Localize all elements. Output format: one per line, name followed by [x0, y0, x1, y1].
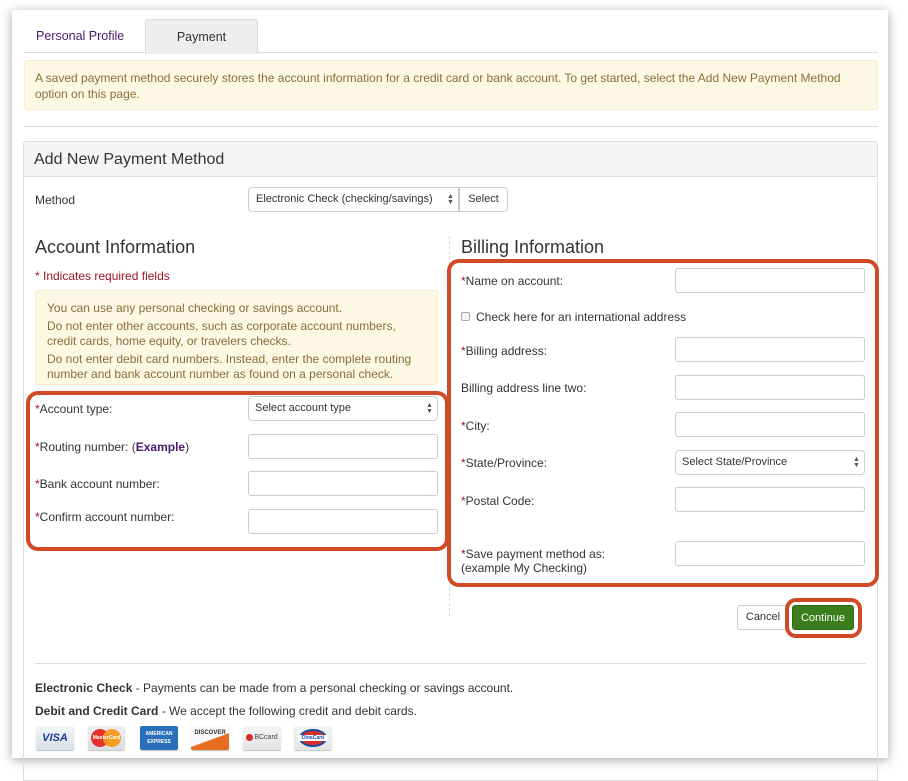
- international-address-checkbox[interactable]: [461, 312, 470, 321]
- select-arrows-icon: ▲ ▼: [426, 402, 433, 415]
- card-label: MasterCard: [92, 735, 121, 741]
- card-text: - We accept the following credit and deb…: [158, 704, 417, 718]
- name-on-account-input[interactable]: [675, 268, 865, 293]
- visa-card-icon: VISA: [36, 726, 74, 750]
- routing-number-input[interactable]: [248, 434, 438, 459]
- info-line: Do not enter debit card numbers. Instead…: [47, 352, 412, 381]
- confirm-account-input[interactable]: [248, 509, 438, 534]
- card-label: DISCOVER: [194, 730, 226, 736]
- label-text: Routing number: (: [39, 440, 136, 454]
- card-note: Debit and Credit Card - We accept the fo…: [35, 704, 417, 718]
- account-type-select[interactable]: Select account type ▲ ▼: [248, 396, 438, 421]
- tab-payment-profile[interactable]: Payment Profile: [145, 19, 258, 78]
- info-line: You can use any personal checking or sav…: [47, 301, 343, 315]
- postal-code-input[interactable]: [675, 487, 865, 512]
- label-text: Bank account number:: [39, 477, 160, 491]
- method-select[interactable]: Electronic Check (checking/savings) ▲ ▼: [248, 187, 459, 212]
- info-alert: A saved payment method securely stores t…: [24, 60, 878, 110]
- method-label: Method: [35, 193, 76, 207]
- card-label: AMERICAN EXPRESS: [145, 731, 173, 745]
- routing-number-label: *Routing number: (Example): [35, 440, 189, 454]
- billing-information-title: Billing Information: [461, 237, 605, 257]
- echeck-title: Electronic Check: [35, 681, 133, 695]
- state-province-label: *State/Province:: [461, 456, 547, 470]
- billing-address-label: *Billing address:: [461, 344, 547, 358]
- mastercard-icon: MasterCard: [88, 726, 125, 750]
- divider: [35, 663, 866, 664]
- tab-personal-profile[interactable]: Personal Profile: [24, 19, 136, 53]
- postal-code-label: *Postal Code:: [461, 494, 534, 508]
- name-on-account-label: *Name on account:: [461, 274, 563, 288]
- international-address-label[interactable]: Check here for an international address: [476, 310, 686, 324]
- city-input[interactable]: [675, 412, 865, 437]
- account-info-box: You can use any personal checking or sav…: [35, 290, 438, 385]
- label-suffix: ): [185, 440, 190, 454]
- billing-address-input[interactable]: [675, 337, 865, 362]
- confirm-account-label: *Confirm account number:: [35, 510, 174, 524]
- select-arrows-icon: ▲ ▼: [853, 456, 860, 469]
- account-information-title: Account Information: [35, 237, 196, 257]
- card-label: DinaCard: [298, 735, 328, 741]
- select-method-button[interactable]: Select: [459, 187, 508, 212]
- dinacard-icon: DinaCard: [294, 726, 332, 750]
- city-label: *City:: [461, 419, 490, 433]
- bccard-icon: BCcard: [243, 726, 281, 750]
- info-line: Do not enter other accounts, such as cor…: [47, 319, 396, 348]
- bank-account-input[interactable]: [248, 471, 438, 496]
- account-type-placeholder: Select account type: [255, 402, 352, 414]
- label-text: Save payment method as:: [465, 547, 606, 561]
- label-text: Postal Code:: [465, 494, 535, 508]
- billing-address-two-label: Billing address line two:: [461, 381, 587, 395]
- method-selected-value: Electronic Check (checking/savings): [256, 193, 433, 205]
- label-text: Name on account:: [465, 274, 564, 288]
- discover-card-icon: DISCOVER: [191, 726, 229, 750]
- label-text: Billing address:: [465, 344, 548, 358]
- select-arrows-icon: ▲ ▼: [447, 193, 454, 206]
- card-title: Debit and Credit Card: [35, 704, 159, 718]
- panel-title: Add New Payment Method: [24, 142, 877, 177]
- divider: [24, 126, 878, 127]
- routing-example-link[interactable]: Example: [136, 440, 185, 454]
- label-text: Confirm account number:: [39, 510, 175, 524]
- label-text: City:: [465, 419, 490, 433]
- card-label: BCcard: [254, 734, 278, 741]
- label-text: Account type:: [39, 402, 113, 416]
- save-as-input[interactable]: [675, 541, 865, 566]
- save-as-label: *Save payment method as: (example My Che…: [461, 547, 605, 575]
- electronic-check-note: Electronic Check - Payments can be made …: [35, 681, 513, 695]
- label-text: State/Province:: [465, 456, 548, 470]
- bank-account-label: *Bank account number:: [35, 477, 160, 491]
- state-placeholder: Select State/Province: [682, 456, 788, 468]
- continue-button[interactable]: Continue: [792, 605, 854, 630]
- cancel-button[interactable]: Cancel: [737, 605, 789, 630]
- account-type-label: *Account type:: [35, 402, 112, 416]
- state-province-select[interactable]: Select State/Province ▲ ▼: [675, 450, 865, 475]
- card-label: VISA: [42, 732, 68, 744]
- amex-card-icon: AMERICAN EXPRESS: [140, 726, 178, 750]
- label-hint: (example My Checking): [461, 561, 588, 575]
- billing-address-two-input[interactable]: [675, 375, 865, 400]
- column-divider: [449, 236, 450, 616]
- echeck-text: - Payments can be made from a personal c…: [132, 681, 514, 695]
- required-fields-note: * Indicates required fields: [35, 269, 170, 283]
- profile-tabs: Personal Profile Payment Profile: [24, 19, 878, 78]
